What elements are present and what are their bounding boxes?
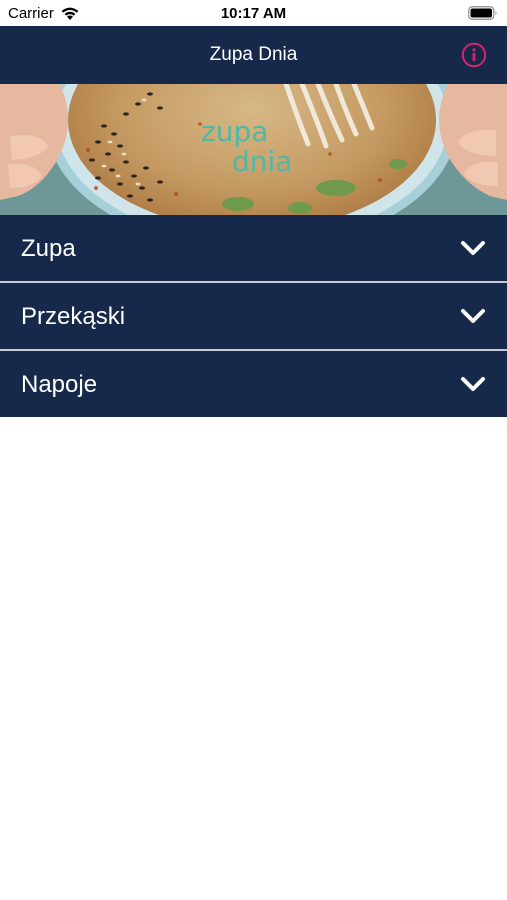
page-title: Zupa Dnia — [209, 44, 298, 65]
logo-text-line1: zupa — [201, 115, 268, 148]
info-icon[interactable] — [461, 42, 487, 68]
section-label: Przekąski — [21, 303, 126, 330]
nav-bar: Zupa Dnia — [0, 26, 507, 84]
section-przekaski[interactable]: Przekąski — [0, 283, 507, 349]
chevron-down-icon — [461, 377, 485, 391]
logo-text-line2: dnia — [232, 145, 292, 178]
section-label: Zupa — [21, 235, 76, 262]
soup-bowl-illustration: zupa dnia — [0, 84, 507, 215]
status-time: 10:17 AM — [220, 5, 287, 22]
status-bar: Carrier 10:17 AM — [0, 0, 507, 26]
section-label: Napoje — [21, 371, 98, 398]
chevron-down-icon — [461, 309, 485, 323]
hero-image: zupa dnia — [0, 84, 507, 215]
section-zupa[interactable]: Zupa — [0, 215, 507, 281]
battery-icon — [468, 6, 497, 20]
section-napoje[interactable]: Napoje — [0, 351, 507, 417]
chevron-down-icon — [461, 241, 485, 255]
